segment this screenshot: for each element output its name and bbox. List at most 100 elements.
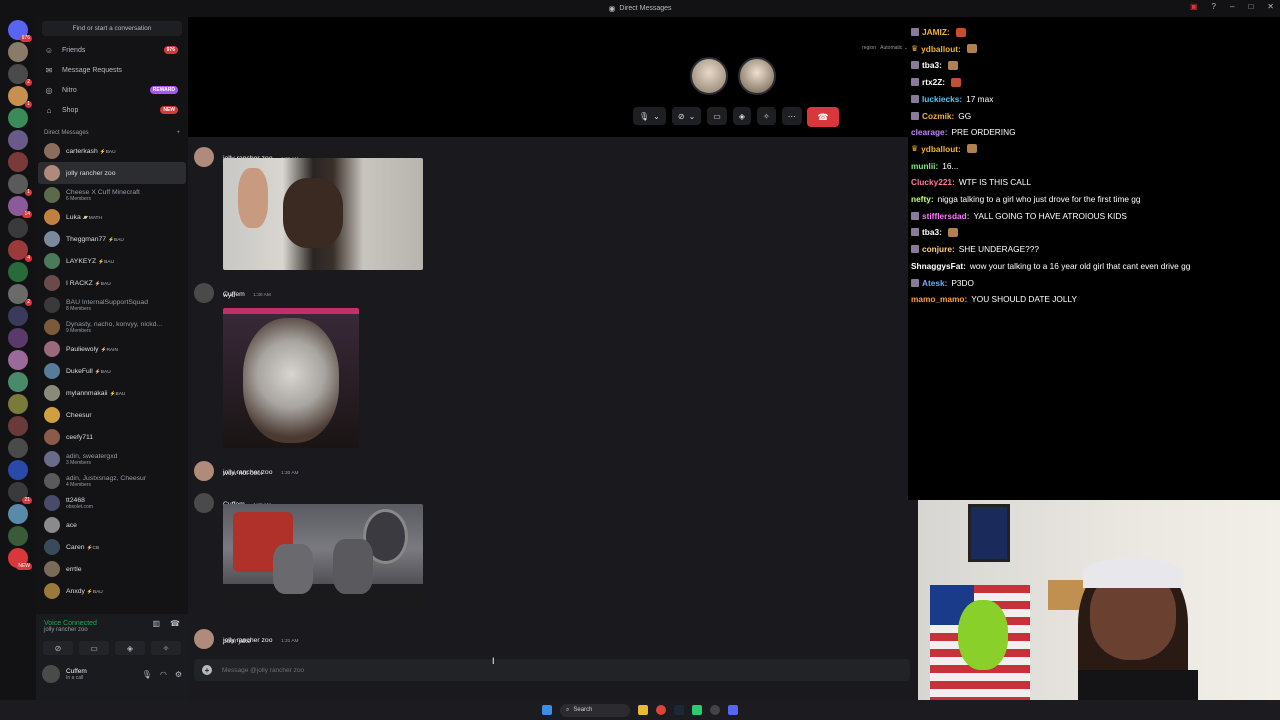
message-input[interactable]: Message @jolly rancher zoo — [222, 667, 304, 674]
dm-item[interactable]: Pauliewoly ⚡RAIN — [38, 338, 186, 360]
message-image[interactable] — [223, 308, 359, 448]
nav-item-nitro[interactable]: ◎ Nitro REWARD — [36, 80, 188, 100]
mail-icon: ✉ — [45, 65, 53, 75]
dm-item[interactable]: carterkash ⚡BAU — [38, 140, 186, 162]
camera-off-button[interactable]: ⊘ — [43, 641, 73, 655]
steam-icon[interactable] — [674, 705, 684, 715]
hang-up-button[interactable]: ☎ — [807, 107, 839, 127]
minimize-button[interactable]: – — [1230, 2, 1234, 11]
avatar[interactable] — [194, 283, 214, 303]
avatar[interactable] — [42, 665, 60, 683]
help-icon[interactable]: ? — [1212, 2, 1216, 11]
maximize-button[interactable]: □ — [1248, 2, 1253, 11]
server-icon[interactable] — [8, 306, 28, 326]
dm-item[interactable]: Cheese X Cuff Minecraft 6 Members — [38, 184, 186, 206]
activity-button[interactable]: ◈ — [115, 641, 145, 655]
dm-item[interactable]: adin, sweatergxd 3 Members — [38, 448, 186, 470]
server-icon[interactable] — [8, 130, 28, 150]
search-input[interactable]: Find or start a conversation — [42, 21, 182, 36]
server-icon[interactable] — [8, 372, 28, 392]
call-avatar-1[interactable] — [690, 57, 728, 95]
avatar[interactable] — [194, 493, 214, 513]
nav-item-friends[interactable]: ☺ Friends 976 — [36, 40, 188, 60]
call-avatar-2[interactable] — [738, 57, 776, 95]
server-icon[interactable]: 1 — [8, 86, 32, 108]
dm-item[interactable]: jolly rancher zoo — [38, 162, 186, 184]
dm-item[interactable]: ceefy711 — [38, 426, 186, 448]
screen-share-button[interactable]: ▭ — [79, 641, 109, 655]
dm-item[interactable]: BAU InternalSupportSquad 8 Members — [38, 294, 186, 316]
server-icon[interactable] — [8, 526, 28, 546]
disconnect-icon[interactable]: ☎ — [170, 619, 180, 628]
dm-item[interactable]: Theggman77 ⚡BAU — [38, 228, 186, 250]
signal-icon[interactable]: ▥ — [152, 619, 160, 628]
plus-icon[interactable]: + — [202, 665, 212, 675]
server-icon[interactable] — [8, 328, 28, 348]
message-image[interactable] — [223, 504, 423, 616]
dm-item[interactable]: adin, Justxsnagz, Cheesur 4 Members — [38, 470, 186, 492]
server-icon[interactable]: NEW — [8, 548, 32, 570]
headphones-icon[interactable]: ◠ — [160, 670, 167, 679]
dm-item[interactable]: Luka 🪐MATH — [38, 206, 186, 228]
chat-colon: : — [935, 160, 939, 171]
server-icon[interactable]: 4 — [8, 240, 32, 262]
camera-button[interactable]: ⊘ ⌄ — [671, 107, 702, 125]
server-icon[interactable] — [8, 218, 28, 238]
nav-item-message-requests[interactable]: ✉ Message Requests — [36, 60, 188, 80]
file-explorer-icon[interactable] — [638, 705, 648, 715]
message-composer[interactable]: + Message @jolly rancher zoo — [194, 659, 910, 681]
avatar[interactable] — [194, 461, 214, 481]
screen-share-button[interactable]: ▭ — [707, 107, 727, 125]
gear-icon[interactable]: ⚙ — [175, 670, 182, 679]
chrome-icon[interactable] — [656, 705, 666, 715]
voice-channel[interactable]: jolly rancher zoo — [36, 627, 105, 633]
dm-item[interactable]: I RACKZ ⚡BAU — [38, 272, 186, 294]
server-icon[interactable] — [8, 152, 28, 172]
server-icon[interactable]: 1 — [8, 174, 32, 196]
server-icon[interactable]: 14 — [8, 196, 32, 218]
app-icon[interactable] — [692, 705, 702, 715]
mic-icon[interactable]: 🎙 — [142, 670, 152, 679]
avatar[interactable] — [194, 629, 214, 649]
soundboard-button[interactable]: ✧ — [151, 641, 181, 655]
message-image[interactable] — [223, 158, 423, 270]
inbox-icon[interactable]: ▣ — [1190, 2, 1198, 11]
add-dm-button[interactable]: + — [176, 130, 180, 136]
avatar — [44, 451, 60, 467]
dm-item[interactable]: Dynasty, nacho, konvyy, nickd... 9 Member… — [38, 316, 186, 338]
obs-icon[interactable] — [710, 705, 720, 715]
dm-item[interactable]: LAYKEYZ ⚡BAU — [38, 250, 186, 272]
close-button[interactable]: ✕ — [1267, 2, 1274, 11]
dm-item[interactable]: tt2468 obsolet.com — [38, 492, 186, 514]
region-selector[interactable]: region Automatic ⌄ — [862, 45, 908, 51]
server-icon[interactable] — [8, 350, 28, 370]
discord-icon[interactable] — [728, 705, 738, 715]
activity-button[interactable]: ◈ — [732, 107, 751, 125]
server-icon[interactable] — [8, 416, 28, 436]
dm-item[interactable]: DukeFull ⚡BAU — [38, 360, 186, 382]
server-icon[interactable] — [8, 42, 28, 62]
dm-item[interactable]: Caren ⚡CB — [38, 536, 186, 558]
server-icon[interactable]: 2 — [8, 284, 32, 306]
server-icon[interactable] — [8, 394, 28, 414]
server-icon[interactable] — [8, 438, 28, 458]
more-button[interactable]: ⋯ — [781, 107, 802, 125]
server-icon[interactable]: 21 — [8, 482, 32, 504]
server-icon[interactable] — [8, 108, 28, 128]
avatar[interactable] — [194, 147, 214, 167]
server-icon[interactable] — [8, 262, 28, 282]
taskbar-search[interactable]: ⌕ Search — [560, 703, 630, 717]
soundboard-button[interactable]: ✧ — [756, 107, 776, 125]
dm-item[interactable]: errtle — [38, 558, 186, 580]
server-icon[interactable]: 2 — [8, 64, 32, 86]
windows-start-icon[interactable] — [542, 705, 552, 715]
server-icon[interactable]: 976 — [8, 20, 32, 42]
nav-item-shop[interactable]: ⌂ Shop NEW — [36, 100, 188, 120]
server-icon[interactable] — [8, 460, 28, 480]
dm-item[interactable]: Cheesur — [38, 404, 186, 426]
dm-item[interactable]: ace — [38, 514, 186, 536]
dm-item[interactable]: Anxdy ⚡BAU — [38, 580, 186, 602]
server-icon[interactable] — [8, 504, 28, 524]
dm-item[interactable]: mylannmakaii ⚡BAU — [38, 382, 186, 404]
mute-button[interactable]: 🎙 ⌄ — [633, 107, 666, 125]
